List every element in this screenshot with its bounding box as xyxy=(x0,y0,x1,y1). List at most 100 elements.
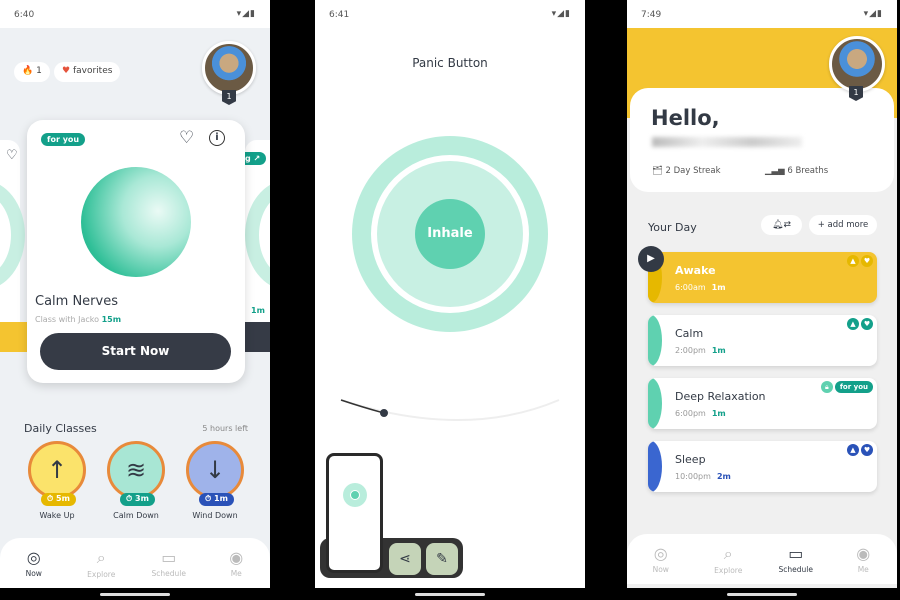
heart-icon[interactable]: ♥ xyxy=(861,444,873,456)
time-remaining: 5 hours left xyxy=(202,424,248,433)
daily-class-1[interactable]: ≋ xyxy=(107,441,165,499)
schedule-item[interactable]: Calm 2:00pm 1m ▲ ♥ xyxy=(648,315,877,366)
status-bar: 7:49 ▾◢▮ xyxy=(627,0,897,28)
nav-schedule[interactable]: ▭ Schedule xyxy=(135,538,203,588)
schedule-item[interactable]: Awake 6:00am 1m ▲ ♥ xyxy=(648,252,877,303)
inhale-button[interactable]: Inhale xyxy=(415,199,485,269)
bottom-nav: ◎ Now ⌕ Explore ▭ Schedule ◉ Me xyxy=(627,534,897,584)
item-duration: 1m xyxy=(711,346,726,355)
home-indicator[interactable] xyxy=(100,593,170,596)
item-duration: 1m xyxy=(711,409,726,418)
duration-badge: ⏱ 1m xyxy=(199,493,234,506)
add-more-button[interactable]: + add more xyxy=(809,215,877,235)
calendar-icon: ▭ xyxy=(788,544,804,563)
screenshot-thumbnail[interactable] xyxy=(326,453,383,573)
your-day-title: Your Day xyxy=(648,221,697,234)
heart-icon[interactable]: ♡ xyxy=(179,128,194,148)
greeting-card: Hello, 🗂 2 Day Streak ▁▃▅ 6 Breaths xyxy=(630,88,894,192)
waves-icon: ≋ xyxy=(125,456,147,484)
nav-now[interactable]: ◎ Now xyxy=(627,534,695,584)
arrow-up-icon: ↑ xyxy=(46,456,68,484)
schedule-item[interactable]: Sleep 10:00pm 2m ▲ ♥ xyxy=(648,441,877,492)
prev-card-bar xyxy=(0,322,30,352)
clock: 6:40 xyxy=(14,10,35,20)
greeting: Hello, xyxy=(651,106,720,130)
start-now-button[interactable]: Start Now xyxy=(40,333,231,370)
info-icon[interactable]: i xyxy=(209,130,225,146)
share-button[interactable]: ⋖ xyxy=(389,543,421,575)
edit-button[interactable]: ✎ xyxy=(426,543,458,575)
profile-icon: ◉ xyxy=(856,544,871,563)
streak-label: 2 Day Streak xyxy=(665,166,721,176)
heart-icon[interactable]: ♥ xyxy=(861,255,873,267)
daily-class-label: Wake Up xyxy=(39,511,75,520)
streak-chip[interactable]: 🔥 1 xyxy=(14,62,50,82)
nav-me[interactable]: ◉ Me xyxy=(203,538,271,588)
featured-class-card[interactable]: for you ♡ i Calm Nerves Class with Jacko… xyxy=(27,120,245,383)
favorites-chip[interactable]: ♥ favorites xyxy=(54,62,121,82)
nav-schedule[interactable]: ▭ Schedule xyxy=(762,534,830,584)
clock: 6:41 xyxy=(329,10,350,20)
item-duration: 2m xyxy=(716,472,731,481)
flame-icon: 🔥 xyxy=(22,66,34,76)
daily-classes-title: Daily Classes xyxy=(24,422,97,435)
nav-explore[interactable]: ⌕ Explore xyxy=(68,538,136,588)
level-badge: 1 xyxy=(222,90,236,105)
reminder-settings-button[interactable]: 🔔︎⇄ xyxy=(761,215,802,235)
reminder-icon[interactable]: ▲ xyxy=(847,318,859,330)
daily-class-label: Wind Down xyxy=(192,511,238,520)
for-you-tag: for you xyxy=(834,381,873,393)
chart-icon: ▁▃▅ xyxy=(765,166,785,176)
search-icon: ⌕ xyxy=(96,548,106,567)
panic-button-screen: 6:41 ▾◢▮ Panic Button Inhale ⋖ ✎ xyxy=(315,0,585,588)
clock: 7:49 xyxy=(641,10,662,20)
class-subtitle: Class with Jacko xyxy=(35,315,100,324)
for-you-tag: for you xyxy=(41,133,86,146)
reminder-icon[interactable]: ▲ xyxy=(847,444,859,456)
nav-me[interactable]: ◉ Me xyxy=(830,534,898,584)
daily-class-0[interactable]: ↑ xyxy=(28,441,86,499)
bell-icon: 🔔︎⇄ xyxy=(772,220,791,230)
status-bar: 6:41 ▾◢▮ xyxy=(315,0,585,28)
item-title: Awake xyxy=(675,264,716,277)
schedule-item[interactable]: Deep Relaxation 6:00pm 1m 🔒︎ for you xyxy=(648,378,877,429)
item-time: 10:00pm xyxy=(675,472,711,481)
signal-icons: ▾◢▮ xyxy=(551,9,571,19)
item-time: 6:00am xyxy=(675,283,706,292)
lock-icon: 🔒︎ xyxy=(820,381,833,393)
profile-icon: ◉ xyxy=(229,548,244,567)
prev-card[interactable]: ♡ xyxy=(0,140,25,352)
item-time: 6:00pm xyxy=(675,409,706,418)
target-icon: ◎ xyxy=(26,548,41,567)
streak-count: 1 xyxy=(36,66,42,76)
item-duration: 1m xyxy=(711,283,726,292)
avatar[interactable] xyxy=(202,41,256,95)
screen-title: Panic Button xyxy=(412,56,488,70)
home-indicator[interactable] xyxy=(415,593,485,596)
nav-now[interactable]: ◎ Now xyxy=(0,538,68,588)
item-title: Sleep xyxy=(675,453,706,466)
status-bar: 6:40 ▾◢▮ xyxy=(0,0,270,28)
streak-icon: 🗂 xyxy=(652,166,663,176)
breath-progress-slider[interactable] xyxy=(315,390,585,430)
target-icon: ◎ xyxy=(653,544,668,563)
heart-icon: ♥ xyxy=(62,66,71,76)
breathing-orb xyxy=(81,167,191,277)
avatar[interactable] xyxy=(829,36,885,92)
slider-thumb[interactable] xyxy=(380,409,388,417)
calendar-icon: ▭ xyxy=(161,548,177,567)
reminder-icon[interactable]: ▲ xyxy=(847,255,859,267)
play-button[interactable]: ▶ xyxy=(638,246,664,272)
nav-explore[interactable]: ⌕ Explore xyxy=(695,534,763,584)
next-card[interactable]: g ↗ 1m xyxy=(239,140,270,352)
daily-class-2[interactable]: ↓ xyxy=(186,441,244,499)
item-title: Calm xyxy=(675,327,704,340)
heart-icon[interactable]: ♥ xyxy=(861,318,873,330)
home-indicator[interactable] xyxy=(727,593,797,596)
item-title: Deep Relaxation xyxy=(675,390,766,403)
signal-icons: ▾◢▮ xyxy=(863,9,883,19)
pencil-icon: ✎ xyxy=(436,551,448,567)
item-time: 2:00pm xyxy=(675,346,706,355)
schedule-screen: 7:49 ▾◢▮ Hello, 🗂 2 Day Streak ▁▃▅ 6 Brea… xyxy=(627,0,897,588)
arrow-down-icon: ↓ xyxy=(204,456,226,484)
